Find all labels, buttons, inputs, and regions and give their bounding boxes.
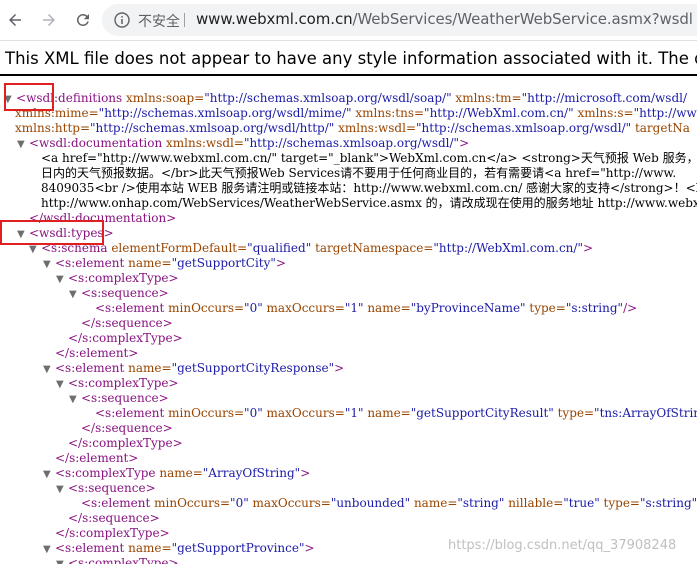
- collapse-triangle-icon[interactable]: ▼: [43, 362, 55, 377]
- xml-notice: This XML file does not appear to have an…: [0, 44, 697, 76]
- xml-line: </s:complexType>: [68, 436, 183, 450]
- xml-line: ▼<s:complexType>: [56, 271, 179, 287]
- forward-button[interactable]: [37, 8, 61, 32]
- collapse-triangle-icon[interactable]: ▼: [56, 272, 68, 287]
- url-path: /WebServices/WeatherWebService.asmx?wsdl: [352, 10, 693, 28]
- xml-line: </s:element>: [55, 346, 139, 360]
- highlight-box-wsdl-types: [0, 220, 104, 245]
- collapse-triangle-icon[interactable]: ▼: [43, 542, 55, 557]
- back-button[interactable]: [3, 8, 27, 32]
- xml-line: ▼ <s:sequence>: [69, 286, 169, 302]
- xml-line: <s:element minOccurs="0" maxOccurs="1" n…: [95, 301, 638, 315]
- xml-line: ▼ <s:element name="getSupportProvince">: [43, 541, 315, 557]
- collapse-triangle-icon[interactable]: ▼: [43, 257, 55, 272]
- xml-tree: ▼ <wsdl:definitions xmlns:soap="http://sc…: [0, 80, 697, 564]
- xml-line: ▼ <s:schema elementFormDefault="qualified…: [29, 241, 594, 255]
- xml-line: xmlns:mime="http://schemas.xmlsoap.org/w…: [15, 106, 697, 120]
- reload-button[interactable]: [71, 8, 95, 32]
- xml-line: <s:element minOccurs="0" maxOccurs="unbo…: [81, 496, 697, 510]
- xml-line: </s:complexType>: [68, 331, 183, 345]
- xml-line: </s:sequence>: [81, 316, 173, 330]
- xml-line: ▼ <s:element name="getSupportCity">: [43, 256, 286, 272]
- back-arrow-icon: [9, 14, 21, 26]
- security-label: 不安全: [138, 14, 180, 30]
- xml-line: ▼ <s:sequence>: [56, 481, 156, 497]
- highlight-box-wsdl: [4, 83, 54, 111]
- xml-text-line: 8409035<br />使用本站 WEB 服务请注明或链接本站：http://…: [41, 181, 697, 195]
- xml-line: xmlns:http="http://schemas.xmlsoap.org/w…: [15, 121, 690, 135]
- collapse-triangle-icon[interactable]: ▼: [69, 392, 81, 407]
- collapse-triangle-icon[interactable]: ▼: [69, 287, 81, 302]
- xml-line: </s:element>: [55, 451, 139, 465]
- xml-line: ▼ <s:element name="getSupportCityResponse…: [43, 361, 345, 377]
- collapse-triangle-icon[interactable]: ▼: [17, 137, 29, 152]
- xml-line: <s:element minOccurs="0" maxOccurs="1" n…: [95, 406, 697, 420]
- forward-arrow-icon: [43, 14, 55, 26]
- xml-line: ▼<s:complexType>: [56, 556, 179, 564]
- xml-text-line: 日内的天气预报数据。</br>此天气预报Web Services请不要用于任何商…: [41, 166, 677, 180]
- address-separator: [184, 13, 185, 27]
- xml-line: </s:sequence>: [81, 421, 173, 435]
- xml-line: </s:complexType>: [55, 526, 170, 540]
- reload-icon: [76, 13, 89, 26]
- xml-line: ▼<s:complexType>: [56, 376, 179, 392]
- xml-line: ▼ <wsdl:documentation xmlns:wsdl="http://…: [17, 136, 470, 152]
- xml-notice-text: This XML file does not appear to have an…: [5, 49, 697, 68]
- collapse-triangle-icon[interactable]: ▼: [43, 467, 55, 482]
- collapse-triangle-icon[interactable]: ▼: [56, 377, 68, 392]
- xml-text-line: <a href="http://www.webxml.com.cn/" targ…: [41, 151, 697, 165]
- browser-toolbar: 不安全 www.webxml.com.cn/WebServices/Weathe…: [0, 0, 697, 41]
- xml-line: </s:sequence>: [68, 511, 160, 525]
- url-text[interactable]: www.webxml.com.cn/WebServices/WeatherWeb…: [196, 10, 693, 28]
- collapse-triangle-icon[interactable]: ▼: [56, 482, 68, 497]
- info-icon[interactable]: [114, 12, 130, 28]
- xml-line: ▼ <s:complexType name="ArrayOfString">: [43, 466, 311, 482]
- xml-line: ▼ <s:sequence>: [69, 391, 169, 407]
- xml-text-line: http://www.onhap.com/WebServices/Weather…: [41, 196, 697, 210]
- collapse-triangle-icon[interactable]: ▼: [56, 557, 68, 564]
- address-bar[interactable]: 不安全 www.webxml.com.cn/WebServices/Weathe…: [102, 4, 697, 36]
- watermark: https://blog.csdn.net/qq_37908248: [448, 538, 677, 553]
- xml-line: ▼ <wsdl:definitions xmlns:soap="http://sc…: [4, 91, 688, 105]
- url-host: www.webxml.com.cn: [196, 10, 353, 28]
